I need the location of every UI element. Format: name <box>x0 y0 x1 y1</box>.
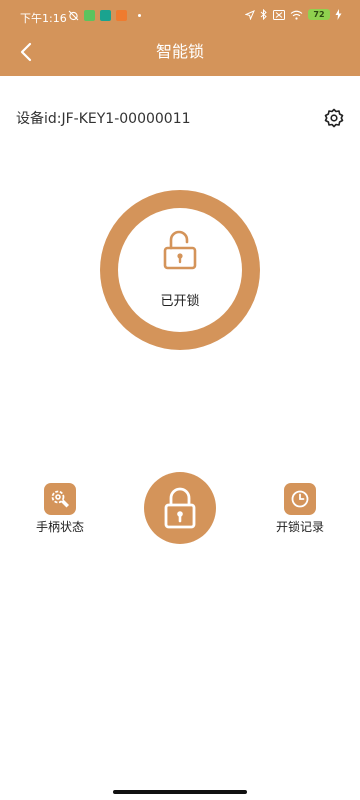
unlock-records-button[interactable]: 开锁记录 <box>260 483 340 535</box>
lock-status-inner <box>118 208 242 332</box>
unlocked-padlock-icon <box>163 230 197 270</box>
locked-padlock-icon <box>164 487 196 529</box>
wifi-icon <box>290 10 303 20</box>
status-icons-right: 72 <box>245 9 342 20</box>
clock-icon <box>291 490 309 508</box>
unlock-records-label: 开锁记录 <box>275 520 324 534</box>
handle-status-label: 手柄状态 <box>35 520 84 534</box>
home-indicator[interactable] <box>113 790 247 794</box>
settings-button[interactable] <box>322 106 346 130</box>
app-badge-orange-icon <box>116 10 127 21</box>
gear-pipe-icon <box>51 490 69 508</box>
sim-off-icon <box>273 9 285 20</box>
alarm-off-icon <box>68 10 79 21</box>
page-title: 智能锁 <box>155 42 204 61</box>
bluetooth-icon <box>260 9 267 20</box>
unlock-records-icon-box <box>284 483 316 515</box>
lock-status-ring[interactable]: 已开锁 <box>100 190 260 350</box>
location-arrow-icon <box>245 9 255 20</box>
status-bar: 下午1:16 72 <box>0 0 360 34</box>
lock-toggle-button[interactable] <box>144 472 216 544</box>
status-icons-left <box>68 10 141 21</box>
app-badge-green-icon <box>84 10 95 21</box>
battery-level: 72 <box>308 9 330 20</box>
more-notifications-dot-icon <box>138 14 141 17</box>
lock-status-label: 已开锁 <box>160 294 200 309</box>
app-header: 下午1:16 72 智能锁 <box>0 0 360 76</box>
app-badge-teal-icon <box>100 10 111 21</box>
device-id: 设备id:JF-KEY1-00000011 <box>16 111 191 127</box>
handle-status-icon-box <box>44 483 76 515</box>
status-time: 下午1:16 <box>20 12 67 25</box>
charging-bolt-icon <box>335 9 342 20</box>
handle-status-button[interactable]: 手柄状态 <box>20 483 100 535</box>
gear-icon <box>324 108 344 128</box>
